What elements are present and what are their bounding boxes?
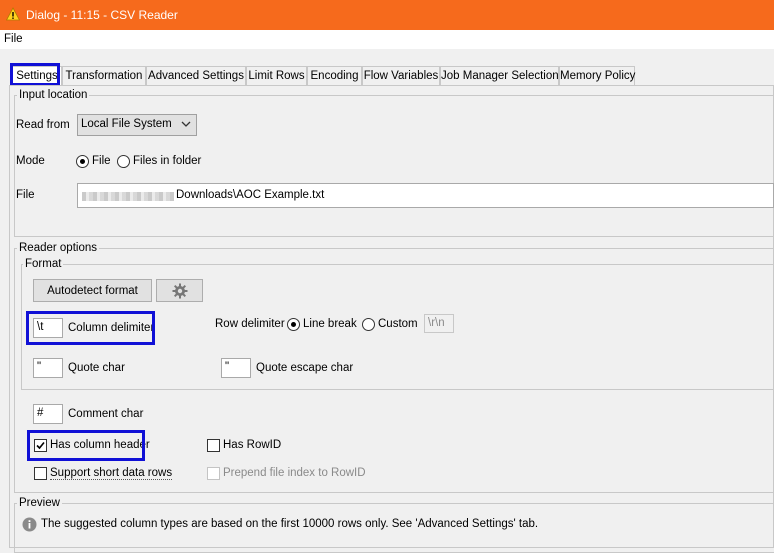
format-legend: Format bbox=[23, 258, 64, 270]
preview-info-text: The suggested column types are based on … bbox=[41, 518, 539, 530]
info-icon bbox=[22, 517, 37, 532]
row-line-break-label: Line break bbox=[303, 318, 357, 330]
prepend-file-index-checkbox[interactable] bbox=[207, 467, 220, 480]
file-label: File bbox=[16, 189, 35, 201]
has-rowid-label: Has RowID bbox=[223, 439, 282, 451]
mode-file-radio[interactable] bbox=[76, 155, 89, 168]
row-custom-label: Custom bbox=[378, 318, 418, 330]
file-path-tail: Downloads\AOC Example.txt bbox=[176, 189, 325, 201]
warning-icon bbox=[6, 7, 20, 21]
file-path-input[interactable]: Downloads\AOC Example.txt bbox=[77, 183, 774, 208]
prepend-file-index-label: Prepend file index to RowID bbox=[223, 467, 366, 479]
redacted-path bbox=[82, 192, 174, 201]
quote-escape-input[interactable]: " bbox=[221, 358, 251, 378]
menu-file[interactable]: File bbox=[4, 33, 23, 45]
row-custom-radio[interactable] bbox=[362, 318, 375, 331]
has-rowid-checkbox[interactable] bbox=[207, 439, 220, 452]
support-short-rows-checkbox[interactable] bbox=[34, 467, 47, 480]
settings-tab-highlight bbox=[10, 63, 60, 86]
mode-file-label: File bbox=[92, 155, 111, 167]
tab-encoding[interactable]: Encoding bbox=[307, 66, 362, 86]
gear-icon bbox=[172, 283, 187, 299]
tab-limit-rows[interactable]: Limit Rows bbox=[246, 66, 307, 86]
tab-transformation[interactable]: Transformation bbox=[62, 66, 146, 86]
row-line-break-radio[interactable] bbox=[287, 318, 300, 331]
support-short-rows-label: Support short data rows bbox=[50, 467, 173, 480]
column-delimiter-highlight bbox=[26, 311, 155, 345]
reader-options-legend: Reader options bbox=[17, 242, 99, 254]
mode-files-in-folder-radio[interactable] bbox=[117, 155, 130, 168]
quote-char-label: Quote char bbox=[68, 362, 125, 374]
tab-memory-policy[interactable]: Memory Policy bbox=[559, 66, 635, 86]
has-column-header-highlight bbox=[27, 430, 145, 461]
input-location-legend: Input location bbox=[17, 89, 90, 101]
format-settings-button[interactable] bbox=[156, 279, 203, 302]
tab-advanced-settings[interactable]: Advanced Settings bbox=[146, 66, 246, 86]
read-from-label: Read from bbox=[16, 119, 70, 131]
comment-char-label: Comment char bbox=[68, 408, 144, 420]
autodetect-format-button[interactable]: Autodetect format bbox=[33, 279, 152, 302]
mode-label: Mode bbox=[16, 155, 45, 167]
title-bar: Dialog - 11:15 - CSV Reader bbox=[0, 0, 774, 30]
row-custom-input[interactable]: \r\n bbox=[424, 314, 454, 333]
tab-job-manager-selection[interactable]: Job Manager Selection bbox=[440, 66, 559, 86]
window-title: Dialog - 11:15 - CSV Reader bbox=[26, 8, 178, 22]
preview-legend: Preview bbox=[17, 497, 62, 509]
row-delimiter-label: Row delimiter bbox=[215, 318, 285, 330]
read-from-dropdown[interactable]: Local File System bbox=[77, 114, 197, 136]
menu-bar: File bbox=[0, 30, 774, 49]
quote-escape-label: Quote escape char bbox=[256, 362, 354, 374]
quote-char-input[interactable]: " bbox=[33, 358, 63, 378]
read-from-value: Local File System bbox=[81, 118, 172, 130]
chevron-down-icon bbox=[181, 121, 191, 127]
tab-flow-variables[interactable]: Flow Variables bbox=[362, 66, 440, 86]
comment-char-input[interactable]: # bbox=[33, 404, 63, 424]
mode-files-in-folder-label: Files in folder bbox=[133, 155, 202, 167]
